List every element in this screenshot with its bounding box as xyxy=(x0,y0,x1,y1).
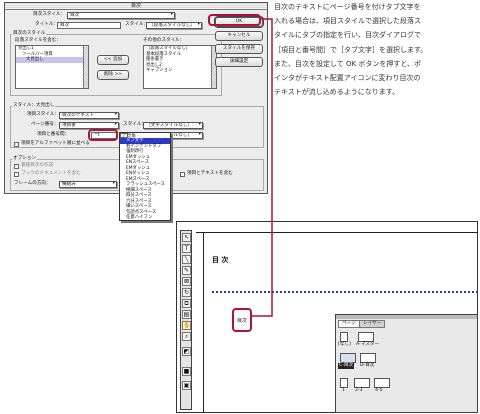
paragraph-line: また、目次を設定して OK ボタンを押すと、ポ xyxy=(274,59,422,68)
run-in-label: 項目とテキストを含む xyxy=(187,171,233,176)
frame-direction-label: フレームの方向： xyxy=(14,181,51,186)
page-left-edge xyxy=(203,232,204,413)
page-number-popup[interactable]: 項目後 xyxy=(59,122,119,129)
callout-highlight-field xyxy=(88,129,118,141)
toolbox: ↖ T ╲ ✎ ⊠ ↻ ⧉ ▤ ✋ ⌕ ◩ ■ ▣ xyxy=(180,230,192,410)
sort-alpha-checkbox[interactable] xyxy=(14,142,19,147)
fill-stroke-icon[interactable]: ◩ xyxy=(182,347,191,356)
paragraph-line: 入れる場合は、項目スタイルで選択した段落ス xyxy=(274,17,421,26)
entry-style-popup[interactable]: 目次のテキスト xyxy=(59,112,119,119)
list-item-selected[interactable]: 大見出し xyxy=(16,57,88,63)
list-item[interactable]: キャプション xyxy=(144,68,216,74)
tab-layers[interactable]: レイヤー xyxy=(359,320,386,328)
page-number: 1 xyxy=(342,388,345,393)
scale-tool-icon[interactable]: ⧉ xyxy=(182,299,191,308)
menu-item[interactable]: 全角 xyxy=(120,133,136,140)
sort-alpha-label: 項目をアルファベット順に並べる xyxy=(21,141,90,146)
save-style-button[interactable]: スタイルを保存 xyxy=(215,44,263,54)
spread-thumbnail[interactable] xyxy=(374,378,390,388)
include-styles-list[interactable]: 見出し1 ツールバー項目 大見出し xyxy=(15,45,89,89)
toc-styles-group-label: 目次のスタイル xyxy=(12,31,47,37)
page-thumbnail[interactable] xyxy=(340,378,348,388)
line-tool-icon[interactable]: ╲ xyxy=(182,255,191,264)
frame-direction-popup[interactable]: 横組み xyxy=(59,181,117,188)
pages-panel: ページ レイヤー [なし] A-マスター C-目次 D-目次 1 2-3 4-5 xyxy=(335,314,478,413)
entry-style-label: 項目スタイル： xyxy=(27,112,60,117)
pen-tool-icon[interactable]: ✎ xyxy=(182,266,191,275)
explanation-paragraph: 目次のテキストにページ番号を付けタブ文字を 入れる場合は、項目スタイルで選択した… xyxy=(274,0,478,99)
rectangle-frame-tool-icon[interactable]: ⊠ xyxy=(182,277,191,286)
master-a-spread-icon[interactable] xyxy=(358,332,374,342)
include-book-docs-label: ブックのドキュメントを含む xyxy=(21,171,81,176)
master-a-label: A-マスター xyxy=(356,342,380,347)
master-none-label: [なし] xyxy=(338,342,351,347)
page-number: 2-3 xyxy=(355,388,363,393)
paragraph-line: ［項目と番号間］で［タブ文字］を選択します。 xyxy=(274,45,428,54)
between-entry-menu[interactable]: 全角 タブ文字 右インデントタブ 強制改行 EMダッシュ ENスペース EMダッ… xyxy=(119,132,171,221)
gradient-tool-icon[interactable]: ▤ xyxy=(182,310,191,319)
title-style-label: スタイル： xyxy=(125,22,148,27)
title-style-popup[interactable]: ［段落スタイルなし］ xyxy=(146,22,202,29)
paragraph-line: インタがテキスト配置アイコンに変わり目次の xyxy=(274,74,421,83)
selection-tool-icon[interactable]: ↖ xyxy=(182,233,191,242)
text-frame-guide xyxy=(212,291,478,293)
title-field[interactable]: 目次 xyxy=(57,22,121,29)
include-book-docs-checkbox[interactable] xyxy=(14,172,19,177)
paragraph-line: タイルにタブの指定を行い、目次ダイアログで xyxy=(274,31,421,40)
master-c-spread-icon[interactable] xyxy=(340,353,356,363)
type-tool-icon[interactable]: T xyxy=(182,244,191,253)
apply-color-icon[interactable]: ■ xyxy=(182,367,191,376)
include-styles-label: 段落スタイルを含む： xyxy=(15,38,61,43)
paragraph-line: 目次のテキストにページ番号を付けタブ文字を xyxy=(274,3,421,11)
tab-pages[interactable]: ページ xyxy=(338,320,360,328)
other-styles-label: その他のスタイル： xyxy=(143,38,185,43)
view-mode-icon[interactable]: ▣ xyxy=(182,381,191,390)
pages-panel-titlebar[interactable] xyxy=(336,315,477,319)
callout-highlight-ok xyxy=(208,14,261,26)
add-style-button[interactable]: << 追加 xyxy=(97,55,129,65)
rotate-tool-icon[interactable]: ↻ xyxy=(182,288,191,297)
master-d-label: D-目次 xyxy=(360,363,375,368)
page-number-label: ページ番号： xyxy=(31,122,59,127)
include-list-scrollbar[interactable] xyxy=(83,46,88,88)
hand-tool-icon[interactable]: ✋ xyxy=(182,321,191,330)
spread-thumbnail[interactable] xyxy=(354,378,370,388)
page-number: 4-5 xyxy=(375,388,383,393)
page-number-style-popup[interactable]: ［文字スタイルなし］ xyxy=(143,122,203,129)
options-group-label: オプション xyxy=(12,156,37,162)
document-heading: 目 次 xyxy=(212,256,229,264)
page-top-edge xyxy=(196,232,478,233)
title-label: タイトル： xyxy=(35,22,58,27)
dialog-title: 目次 xyxy=(5,3,267,10)
cancel-button[interactable]: キャンセル xyxy=(215,31,263,41)
loaded-text-cursor-icon: 目次 xyxy=(237,318,248,324)
remove-style-button[interactable]: 削除 >> xyxy=(97,70,129,80)
master-c-label: C-目次 xyxy=(338,363,355,369)
between-entry-label: 項目と番号間： xyxy=(37,132,70,137)
more-options-button[interactable]: 詳細設定 xyxy=(215,57,263,67)
style-settings-label: スタイル：大見出し xyxy=(12,103,56,109)
run-in-checkbox[interactable] xyxy=(180,172,185,177)
create-book-toc-checkbox[interactable] xyxy=(14,164,19,169)
toc-style-label: 目次スタイル： xyxy=(33,12,66,17)
menu-item[interactable]: フラッシュスペース xyxy=(120,182,170,188)
create-book-toc-label: 書籍目次の作成 xyxy=(21,163,54,168)
other-styles-list[interactable]: ［段落スタイルなし］ 基本段落スタイル 箇条書き 見出し2 キャプション xyxy=(143,45,217,89)
paragraph-line: テキストが流し込めるようになります。 xyxy=(274,88,400,97)
menu-item[interactable]: 任意ハイフン xyxy=(120,215,170,221)
master-none-page-icon[interactable] xyxy=(340,332,348,342)
toc-style-popup[interactable]: 目次 xyxy=(67,12,175,19)
zoom-tool-icon[interactable]: ⌕ xyxy=(182,332,191,341)
master-d-spread-icon[interactable] xyxy=(360,353,376,363)
